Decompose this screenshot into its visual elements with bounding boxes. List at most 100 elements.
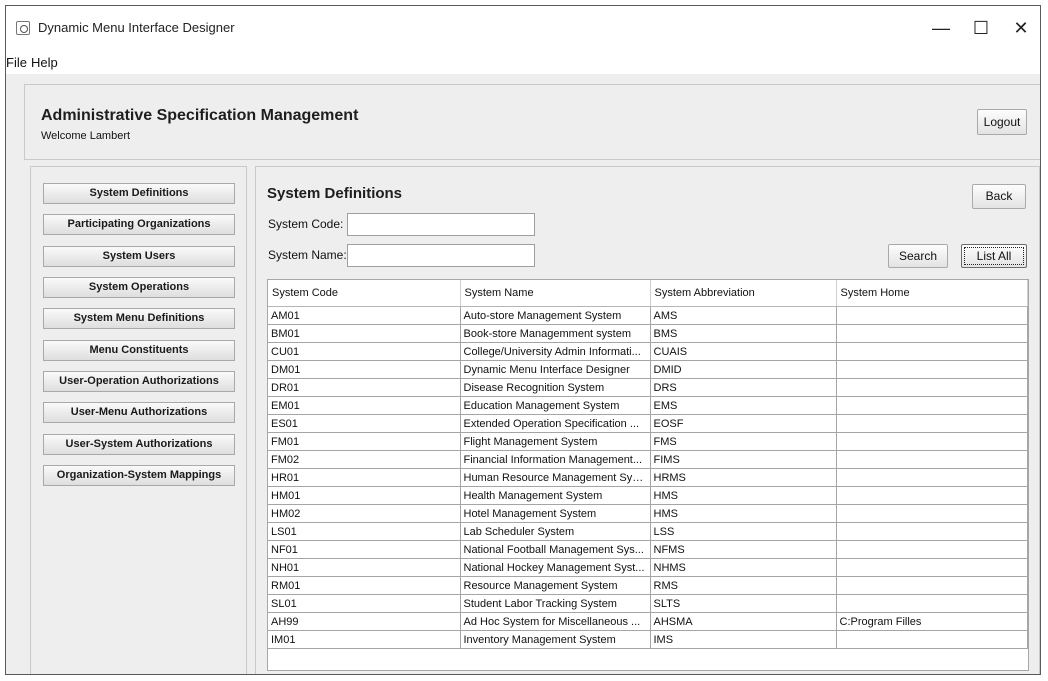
list-all-button[interactable]: List All — [961, 244, 1027, 268]
table-cell[interactable] — [836, 576, 1028, 595]
nav-organization-system-mappings[interactable]: Organization-System Mappings — [43, 465, 235, 486]
table-cell[interactable]: SL01 — [268, 594, 461, 613]
table-cell[interactable] — [836, 432, 1028, 451]
table-row[interactable]: AM01 Auto-store Management System AMS — [268, 306, 1028, 325]
table-cell[interactable]: FMS — [650, 432, 837, 451]
table-cell[interactable]: Inventory Management System — [460, 630, 651, 649]
table-cell[interactable]: AMS — [650, 306, 837, 325]
table-row[interactable]: FM01 Flight Management System FMS — [268, 432, 1028, 451]
table-cell[interactable]: AM01 — [268, 306, 461, 325]
minimize-button[interactable]: — — [926, 16, 956, 40]
table-cell[interactable]: IM01 — [268, 630, 461, 649]
nav-user-menu-authorizations[interactable]: User-Menu Authorizations — [43, 402, 235, 423]
table-cell[interactable]: HR01 — [268, 468, 461, 487]
table-cell[interactable]: BM01 — [268, 324, 461, 343]
table-cell[interactable]: CUAIS — [650, 342, 837, 361]
table-cell[interactable]: Financial Information Management... — [460, 450, 651, 469]
logout-button[interactable]: Logout — [977, 109, 1027, 135]
table-cell[interactable]: Auto-store Management System — [460, 306, 651, 325]
table-cell[interactable]: FIMS — [650, 450, 837, 469]
table-cell[interactable]: Flight Management System — [460, 432, 651, 451]
table-row[interactable]: CU01 College/University Admin Informati..… — [268, 342, 1028, 361]
table-cell[interactable]: Health Management System — [460, 486, 651, 505]
menu-file[interactable]: File — [6, 55, 27, 70]
column-header-system-name[interactable]: System Name — [460, 280, 651, 307]
table-cell[interactable]: Hotel Management System — [460, 504, 651, 523]
table-cell[interactable]: EMS — [650, 396, 837, 415]
system-code-input[interactable] — [347, 213, 535, 236]
search-button[interactable]: Search — [888, 244, 948, 268]
table-cell[interactable]: CU01 — [268, 342, 461, 361]
table-cell[interactable]: RM01 — [268, 576, 461, 595]
table-cell[interactable]: DM01 — [268, 360, 461, 379]
table-cell[interactable]: AH99 — [268, 612, 461, 631]
table-cell[interactable] — [836, 306, 1028, 325]
table-row[interactable]: NF01 National Football Management Sys... N… — [268, 540, 1028, 559]
table-cell[interactable] — [836, 396, 1028, 415]
table-cell[interactable] — [836, 360, 1028, 379]
table-cell[interactable] — [836, 540, 1028, 559]
nav-user-operation-authorizations[interactable]: User-Operation Authorizations — [43, 371, 235, 392]
column-header-system-home[interactable]: System Home — [836, 280, 1028, 307]
table-row[interactable]: AH99 Ad Hoc System for Miscellaneous ... A… — [268, 612, 1028, 631]
table-cell[interactable]: Extended Operation Specification ... — [460, 414, 651, 433]
column-header-system-abbreviation[interactable]: System Abbreviation — [650, 280, 837, 307]
table-cell[interactable]: EM01 — [268, 396, 461, 415]
close-button[interactable]: ✕ — [1006, 16, 1036, 40]
menu-help[interactable]: Help — [31, 55, 58, 70]
nav-system-definitions[interactable]: System Definitions — [43, 183, 235, 204]
table-cell[interactable] — [836, 342, 1028, 361]
table-cell[interactable] — [836, 594, 1028, 613]
table-cell[interactable] — [836, 450, 1028, 469]
table-cell[interactable] — [836, 558, 1028, 577]
table-row[interactable]: SL01 Student Labor Tracking System SLTS — [268, 594, 1028, 613]
table-cell[interactable] — [836, 504, 1028, 523]
table-cell[interactable] — [836, 324, 1028, 343]
table-cell[interactable]: HMS — [650, 504, 837, 523]
table-row[interactable]: HR01 Human Resource Management Sys... HRMS — [268, 468, 1028, 487]
table-cell[interactable]: C:Program Filles — [836, 612, 1028, 631]
table-cell[interactable] — [836, 378, 1028, 397]
nav-system-operations[interactable]: System Operations — [43, 277, 235, 298]
table-row[interactable]: HM02 Hotel Management System HMS — [268, 504, 1028, 523]
table-cell[interactable] — [836, 522, 1028, 541]
table-cell[interactable]: ES01 — [268, 414, 461, 433]
table-cell[interactable] — [836, 468, 1028, 487]
table-cell[interactable]: NF01 — [268, 540, 461, 559]
table-cell[interactable]: BMS — [650, 324, 837, 343]
table-cell[interactable]: FM01 — [268, 432, 461, 451]
table-cell[interactable] — [836, 630, 1028, 649]
table-cell[interactable]: AHSMA — [650, 612, 837, 631]
table-cell[interactable]: National Football Management Sys... — [460, 540, 651, 559]
nav-participating-organizations[interactable]: Participating Organizations — [43, 214, 235, 235]
table-row[interactable]: RM01 Resource Management System RMS — [268, 576, 1028, 595]
table-cell[interactable]: HM02 — [268, 504, 461, 523]
table-cell[interactable]: DR01 — [268, 378, 461, 397]
table-cell[interactable]: Human Resource Management Sys... — [460, 468, 651, 487]
table-cell[interactable] — [836, 486, 1028, 505]
table-cell[interactable]: Ad Hoc System for Miscellaneous ... — [460, 612, 651, 631]
table-row[interactable]: BM01 Book-store Managemment system BMS — [268, 324, 1028, 343]
table-cell[interactable]: RMS — [650, 576, 837, 595]
table-row[interactable]: DM01 Dynamic Menu Interface Designer DMID — [268, 360, 1028, 379]
table-row[interactable]: FM02 Financial Information Management... F… — [268, 450, 1028, 469]
table-cell[interactable]: Lab Scheduler System — [460, 522, 651, 541]
maximize-button[interactable]: ☐ — [966, 16, 996, 40]
table-cell[interactable]: Student Labor Tracking System — [460, 594, 651, 613]
table-cell[interactable] — [836, 414, 1028, 433]
table-cell[interactable]: DRS — [650, 378, 837, 397]
table-cell[interactable]: IMS — [650, 630, 837, 649]
system-name-input[interactable] — [347, 244, 535, 267]
table-cell[interactable]: EOSF — [650, 414, 837, 433]
table-cell[interactable]: NHMS — [650, 558, 837, 577]
table-cell[interactable]: LS01 — [268, 522, 461, 541]
table-cell[interactable]: DMID — [650, 360, 837, 379]
table-row[interactable]: NH01 National Hockey Management Syst... NH… — [268, 558, 1028, 577]
table-cell[interactable]: Education Management System — [460, 396, 651, 415]
table-row[interactable]: EM01 Education Management System EMS — [268, 396, 1028, 415]
nav-menu-constituents[interactable]: Menu Constituents — [43, 340, 235, 361]
table-cell[interactable]: Dynamic Menu Interface Designer — [460, 360, 651, 379]
table-row[interactable]: LS01 Lab Scheduler System LSS — [268, 522, 1028, 541]
table-cell[interactable]: FM02 — [268, 450, 461, 469]
table-row[interactable]: IM01 Inventory Management System IMS — [268, 630, 1028, 649]
